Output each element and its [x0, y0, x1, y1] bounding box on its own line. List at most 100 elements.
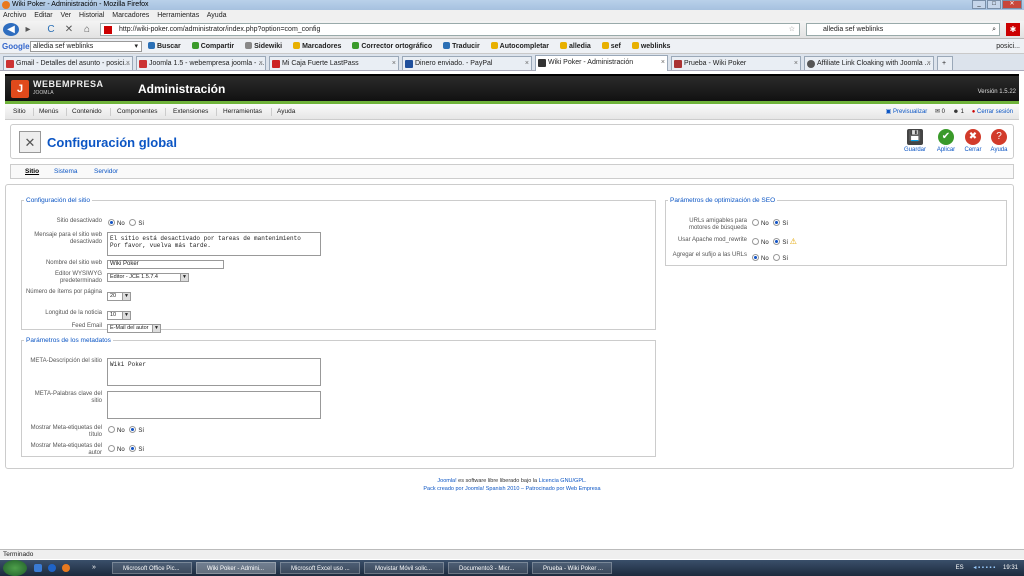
- gbar-corrector[interactable]: Corrector ortográfico: [352, 42, 432, 50]
- menu-herramientas[interactable]: Herramientas: [157, 12, 199, 19]
- close-icon[interactable]: ×: [259, 57, 263, 70]
- editor-select[interactable]: Editor - JCE 1.5.7.4 ▼: [107, 273, 189, 282]
- admenu-contenido[interactable]: Contenido: [72, 104, 102, 120]
- search-box[interactable]: alledia sef weblinks ⌕: [806, 23, 1000, 36]
- preview-link[interactable]: ▣ Previsualizar: [886, 109, 928, 115]
- sef-yes-radio[interactable]: Sí: [770, 219, 788, 227]
- new-tab-button[interactable]: +: [937, 56, 953, 70]
- admenu-menus[interactable]: Menús: [39, 104, 59, 120]
- maximize-button[interactable]: □: [987, 0, 1001, 9]
- gbar-marcadores[interactable]: Marcadores: [293, 42, 341, 50]
- menu-editar[interactable]: Editar: [34, 12, 52, 19]
- meta-title-no-radio[interactable]: No: [108, 426, 125, 434]
- search-icon[interactable]: ⌕: [992, 24, 996, 36]
- tab-paypal[interactable]: Dinero enviado. - PayPal ×: [402, 56, 532, 70]
- gbar-term-alledia[interactable]: alledia: [560, 42, 591, 50]
- gbar-term-weblinks[interactable]: weblinks: [631, 42, 670, 50]
- menu-historial[interactable]: Historial: [79, 12, 104, 19]
- chevron-down-icon[interactable]: ▾: [134, 42, 138, 52]
- firefox-launch-icon[interactable]: [62, 564, 70, 572]
- menu-ayuda[interactable]: Ayuda: [207, 12, 227, 19]
- suffix-no-radio[interactable]: No: [752, 254, 769, 262]
- close-button[interactable]: ✖ Cerrar: [960, 129, 986, 157]
- reload-button[interactable]: C: [46, 23, 56, 36]
- task-wiki-poker[interactable]: Wiki Poker - Admini...: [196, 562, 276, 574]
- menu-ver[interactable]: Ver: [61, 12, 72, 19]
- task-movistar[interactable]: Movistar Móvil solic...: [364, 562, 444, 574]
- forward-button[interactable]: ▸: [23, 23, 33, 36]
- tab-gmail[interactable]: Gmail - Detalles del asunto - posici... ×: [3, 56, 133, 70]
- admenu-extensiones[interactable]: Extensiones: [173, 104, 208, 120]
- tray-icons[interactable]: ◂ ▪ ▪ ▪ ▪ ▪: [973, 565, 995, 571]
- tab-wiki-poker-admin[interactable]: Wiki Poker - Administración ×: [535, 55, 668, 71]
- messages-count[interactable]: ✉ 0: [935, 109, 945, 115]
- gbar-autocompletar[interactable]: Autocompletar: [490, 42, 549, 50]
- feedlimit-select[interactable]: 10 ▼: [107, 311, 131, 320]
- license-link[interactable]: Licencia GNU/GPL.: [539, 478, 587, 484]
- minimize-button[interactable]: _: [972, 0, 986, 9]
- back-button[interactable]: ◀: [3, 23, 19, 36]
- gbar-sidewiki[interactable]: Sidewiki: [245, 42, 282, 50]
- logout-link[interactable]: ● Cerrar sesión: [972, 109, 1013, 115]
- clock[interactable]: 19:31: [1003, 565, 1018, 571]
- ie-icon[interactable]: [48, 564, 56, 572]
- suffix-yes-radio[interactable]: Sí: [770, 254, 788, 262]
- home-button[interactable]: ⌂: [82, 23, 92, 36]
- meta-author-no-radio[interactable]: No: [108, 445, 125, 453]
- feedemail-select[interactable]: E-Mail del autor ▼: [107, 324, 161, 333]
- tab-joomla[interactable]: Joomla 1.5 - webempresa joomla - ... ×: [136, 56, 266, 70]
- admenu-componentes[interactable]: Componentes: [117, 104, 157, 120]
- menu-marcadores[interactable]: Marcadores: [112, 12, 149, 19]
- show-desktop-icon[interactable]: [34, 564, 42, 572]
- tab-affiliate[interactable]: Affiliate Link Cloaking with Joomla ... ×: [804, 56, 934, 70]
- gbar-buscar[interactable]: Buscar: [148, 42, 181, 50]
- tab-prueba[interactable]: Prueba - Wiki Poker ×: [671, 56, 801, 70]
- start-button[interactable]: [3, 560, 27, 576]
- offline-message-textarea[interactable]: El sitio está desactivado por tareas de …: [107, 232, 321, 256]
- meta-title-yes-radio[interactable]: Sí: [126, 426, 144, 434]
- meta-keywords-textarea[interactable]: [107, 391, 321, 419]
- sef-no-radio[interactable]: No: [752, 219, 769, 227]
- close-icon[interactable]: ×: [794, 57, 798, 70]
- admenu-sitio[interactable]: Sitio: [13, 104, 26, 120]
- gbar-compartir[interactable]: Compartir: [191, 42, 234, 50]
- gbar-traducir[interactable]: Traducir: [443, 42, 480, 50]
- close-icon[interactable]: ×: [392, 57, 396, 70]
- task-excel[interactable]: Microsoft Excel uso ...: [280, 562, 360, 574]
- close-window-button[interactable]: ✕: [1002, 0, 1022, 9]
- bookmark-star-icon[interactable]: ☆: [789, 24, 795, 36]
- listlimit-select[interactable]: 20 ▼: [107, 292, 131, 301]
- joomla-link[interactable]: Joomla!: [437, 478, 456, 484]
- close-icon[interactable]: ×: [927, 57, 931, 70]
- offline-no-radio[interactable]: No: [108, 219, 125, 227]
- quicklaunch-more-icon[interactable]: »: [92, 560, 96, 576]
- tab-lastpass[interactable]: Mi Caja Fuerte LastPass ×: [269, 56, 399, 70]
- language-indicator[interactable]: ES: [956, 565, 964, 571]
- admenu-herramientas[interactable]: Herramientas: [223, 104, 262, 120]
- sponsor-link[interactable]: Patrocinado por Web Empresa: [526, 486, 601, 492]
- tab-servidor[interactable]: Servidor: [94, 165, 118, 179]
- close-icon[interactable]: ×: [661, 56, 665, 69]
- task-office-picture[interactable]: Microsoft Office Pic...: [112, 562, 192, 574]
- close-icon[interactable]: ×: [525, 57, 529, 70]
- help-button[interactable]: ? Ayuda: [986, 129, 1012, 157]
- pack-credit-link[interactable]: Pack creado por Joomla! Spanish 2010 –: [423, 486, 525, 492]
- tab-sistema[interactable]: Sistema: [54, 165, 77, 179]
- admenu-ayuda[interactable]: Ayuda: [277, 104, 295, 120]
- stop-button[interactable]: ✕: [64, 23, 74, 36]
- addon-icon[interactable]: ✱: [1006, 23, 1020, 36]
- rewrite-no-radio[interactable]: No: [752, 238, 769, 246]
- gbar-right-label[interactable]: posici...: [996, 39, 1020, 53]
- apply-button[interactable]: ✔ Aplicar: [933, 129, 959, 157]
- task-documento3[interactable]: Documento3 - Micr...: [448, 562, 528, 574]
- offline-yes-radio[interactable]: Sí: [126, 219, 144, 227]
- menu-archivo[interactable]: Archivo: [3, 12, 26, 19]
- meta-author-yes-radio[interactable]: Sí: [126, 445, 144, 453]
- tab-sitio[interactable]: Sitio: [25, 165, 39, 179]
- rewrite-yes-radio[interactable]: Sí: [770, 238, 788, 246]
- meta-description-textarea[interactable]: Wiki Poker: [107, 358, 321, 386]
- sitename-input[interactable]: Wiki Poker: [107, 260, 224, 269]
- task-prueba[interactable]: Prueba - Wiki Poker ...: [532, 562, 612, 574]
- google-search-input[interactable]: alledia sef weblinks ▾: [30, 41, 142, 52]
- gbar-term-sef[interactable]: sef: [601, 42, 621, 50]
